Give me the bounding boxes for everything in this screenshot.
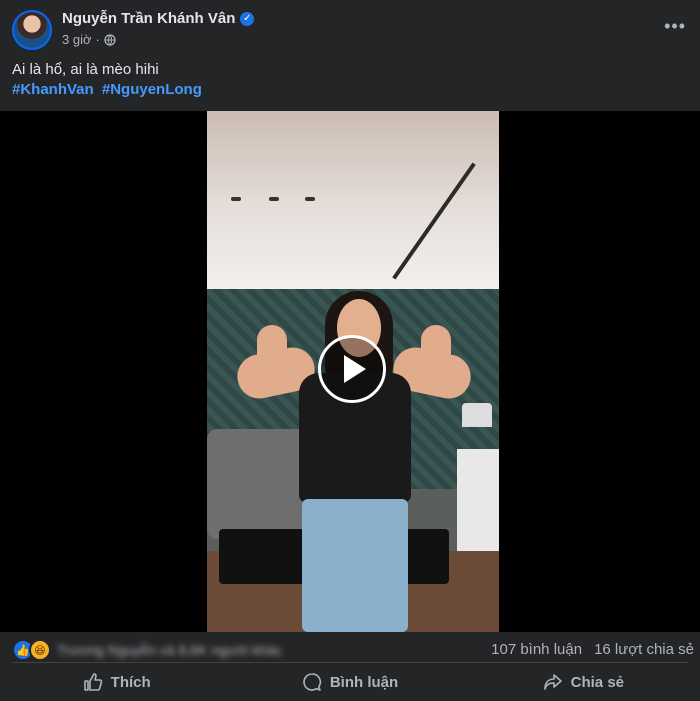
post-header: Nguyễn Trần Khánh Vân ✓ 3 giờ · ••• <box>0 0 700 56</box>
reactor-names[interactable]: Trương Nguyễn và 8,6K người khác <box>57 642 282 658</box>
post-stats: 👍 😆 Trương Nguyễn và 8,6K người khác 107… <box>0 634 700 664</box>
like-label: Thích <box>110 673 151 691</box>
thumbs-up-icon <box>83 673 102 691</box>
share-icon <box>543 674 562 690</box>
ceiling-light <box>305 197 315 201</box>
person-jeans <box>302 499 408 632</box>
reaction-summary[interactable]: 👍 😆 Trương Nguyễn và 8,6K người khác <box>12 639 282 661</box>
ceiling-light <box>231 197 241 201</box>
play-button[interactable] <box>318 335 386 403</box>
hashtag-link[interactable]: #KhanhVan <box>12 81 94 98</box>
share-button[interactable]: Chia sẻ <box>467 663 700 701</box>
globe-icon[interactable] <box>104 33 116 46</box>
author-name[interactable]: Nguyễn Trần Khánh Vân <box>62 10 235 27</box>
post-caption: Ai là hổ, ai là mèo hihi <box>12 61 159 78</box>
meta-separator: · <box>95 32 100 47</box>
scene-ceiling <box>207 111 499 289</box>
share-label: Chia sẻ <box>570 673 624 691</box>
share-count[interactable]: 16 lượt chia sẻ <box>594 641 694 658</box>
comment-button[interactable]: Bình luận <box>233 663 466 701</box>
hashtag-list: #KhanhVan #NguyenLong <box>12 80 206 100</box>
comment-count[interactable]: 107 bình luận <box>491 641 582 658</box>
comment-label: Bình luận <box>329 673 399 691</box>
scene-lamp <box>462 403 492 427</box>
hashtag-link[interactable]: #NguyenLong <box>102 81 202 98</box>
post-meta: 3 giờ · <box>62 32 116 47</box>
like-button[interactable]: Thích <box>0 663 233 701</box>
action-bar: Thích Bình luận Chia sẻ <box>0 663 700 701</box>
post-timestamp[interactable]: 3 giờ <box>62 32 92 47</box>
ceiling-light <box>269 197 279 201</box>
verified-badge-icon: ✓ <box>240 11 255 26</box>
video-player[interactable] <box>0 111 700 632</box>
author-row: Nguyễn Trần Khánh Vân ✓ <box>62 10 255 27</box>
author-avatar[interactable] <box>12 10 52 50</box>
scene-chair <box>457 449 499 559</box>
comment-icon <box>303 673 321 691</box>
more-options-icon[interactable]: ••• <box>664 16 686 37</box>
haha-reaction-icon: 😆 <box>29 639 51 661</box>
engagement-counts: 107 bình luận 16 lượt chia sẻ <box>491 641 694 658</box>
play-icon <box>344 355 366 383</box>
